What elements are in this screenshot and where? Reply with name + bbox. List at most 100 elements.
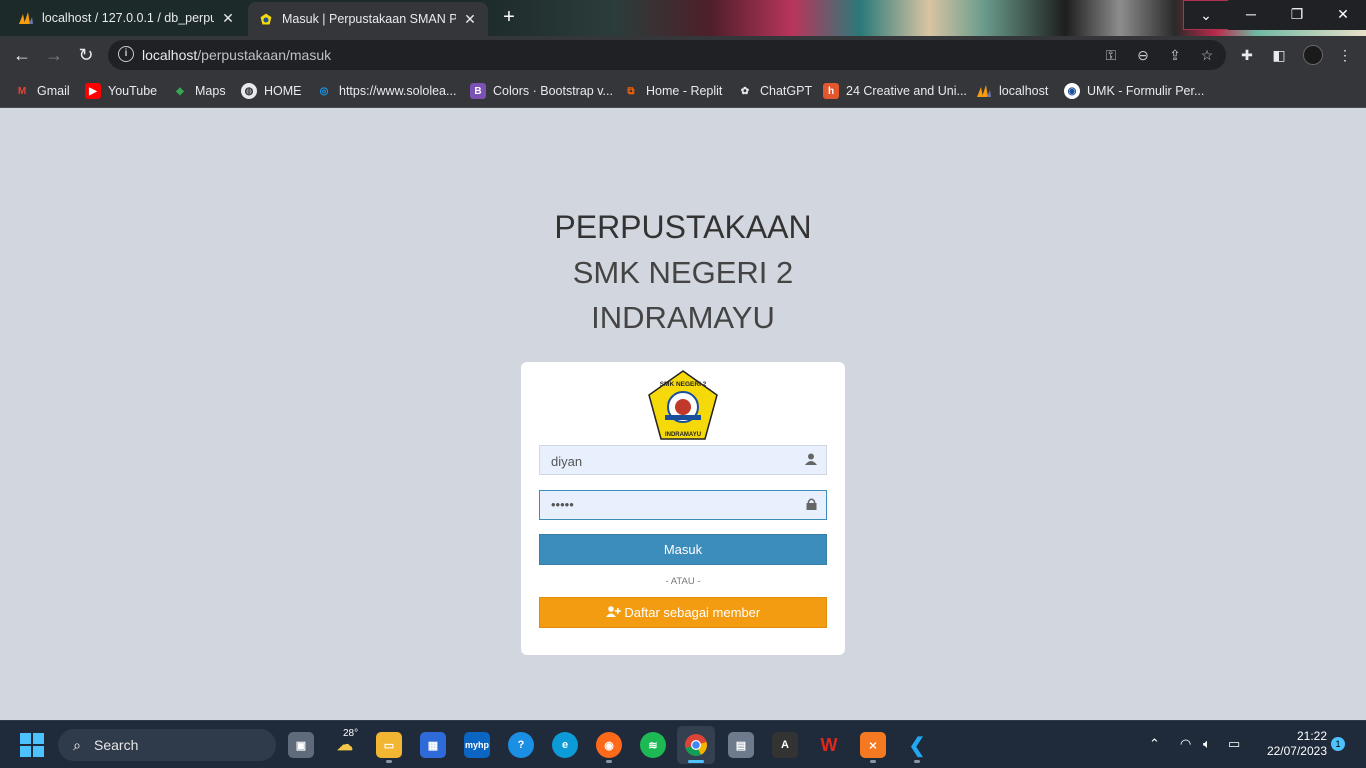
gmail-icon: M — [17, 85, 27, 97]
bookmark-youtube[interactable]: ▶ YouTube — [85, 82, 157, 100]
bookmark-label: 24 Creative and Uni... — [846, 84, 967, 98]
clock-time: 21:22 — [1296, 729, 1327, 743]
user-icon — [804, 453, 818, 467]
side-panel-icon[interactable]: ◧ — [1270, 46, 1288, 64]
globe-icon: ◍ — [241, 83, 257, 99]
weather-temperature: 28° — [343, 728, 359, 739]
tray-chevron-icon[interactable]: ⌃ — [1149, 736, 1160, 752]
tab-title: Masuk | Perpustakaan SMAN Pati — [282, 12, 456, 26]
chrome-icon — [685, 734, 707, 756]
phpmyadmin-icon — [976, 83, 992, 99]
password-input[interactable]: ••••• — [539, 490, 827, 520]
reload-icon[interactable]: ↻ — [74, 43, 98, 67]
windows-taskbar: ⌕ Search ▣ ☁ 28° ▭ ▦ myhp ? e ◉ ≋ ▤ A W … — [0, 720, 1366, 768]
page-subtitle-city: INDRAMAYU — [591, 300, 775, 335]
bookmark-label: Gmail — [37, 84, 70, 98]
bookmark-localhost[interactable]: localhost — [976, 82, 1048, 100]
volume-icon[interactable]: 🔈︎ — [1203, 736, 1211, 752]
running-indicator — [914, 760, 920, 763]
taskbar-search-box[interactable]: ⌕ Search — [58, 729, 276, 761]
bookmark-sololearn[interactable]: ◎ https://www.sololea... — [316, 82, 457, 100]
active-indicator — [688, 760, 704, 763]
taskbar-clock[interactable]: 21:22 22/07/2023 — [1255, 729, 1327, 759]
file-explorer-icon[interactable]: ▭ — [376, 732, 402, 758]
new-tab-button[interactable]: + — [498, 6, 520, 28]
vscode-icon[interactable]: ❮ — [904, 732, 930, 758]
wps-office-icon[interactable]: W — [816, 732, 842, 758]
username-input[interactable]: diyan — [539, 445, 827, 475]
xampp-icon[interactable]: ⨯ — [860, 732, 886, 758]
phpmyadmin-icon — [18, 10, 34, 26]
wifi-icon[interactable]: ◠ — [1180, 736, 1191, 752]
login-card: SMK NEGERI 2 INDRAMAYU diyan ••••• Masuk… — [521, 362, 845, 655]
bookmark-home[interactable]: ◍ HOME — [241, 82, 302, 100]
extensions-icon[interactable]: ✚ — [1238, 46, 1256, 64]
maps-icon: ◆ — [176, 85, 184, 97]
help-icon[interactable]: ? — [508, 732, 534, 758]
logo-top-text: SMK NEGERI 2 — [660, 381, 707, 388]
page-subtitle-school: SMK NEGERI 2 — [572, 255, 794, 290]
school-logo: SMK NEGERI 2 INDRAMAYU — [648, 370, 718, 440]
search-label: Search — [94, 737, 139, 753]
close-tab-icon[interactable]: ✕ — [220, 10, 236, 27]
bookmark-star-icon[interactable]: ☆ — [1198, 46, 1216, 64]
username-value: diyan — [551, 454, 583, 469]
start-button[interactable] — [20, 733, 44, 757]
login-button[interactable]: Masuk — [539, 534, 827, 565]
menu-kebab-icon[interactable]: ⋮ — [1336, 46, 1354, 64]
font-app-icon[interactable]: A — [772, 732, 798, 758]
forward-arrow-icon[interactable]: → — [42, 43, 66, 67]
notification-badge[interactable]: 1 — [1331, 737, 1345, 751]
restore-button[interactable]: ❐ — [1274, 0, 1320, 30]
user-plus-icon — [605, 605, 625, 620]
bookmark-creative[interactable]: h 24 Creative and Uni... — [823, 82, 967, 100]
close-tab-icon[interactable]: ✕ — [462, 11, 478, 28]
url-path: /perpustakaan/masuk — [197, 47, 332, 63]
zoom-icon[interactable]: ⊖ — [1134, 46, 1152, 64]
key-icon[interactable]: ⚿ — [1102, 46, 1120, 64]
password-value: ••••• — [551, 497, 574, 512]
logo-bottom-text: INDRAMAYU — [665, 432, 701, 438]
school-logo-icon — [258, 11, 274, 27]
bookmark-maps[interactable]: ◆ Maps — [172, 82, 225, 100]
bookmark-umk[interactable]: ◉ UMK - Formulir Per... — [1064, 82, 1204, 100]
sololearn-icon: ◎ — [319, 85, 329, 97]
bookmark-label: Home - Replit — [646, 84, 723, 98]
address-url[interactable]: localhost/perpustakaan/masuk — [142, 47, 331, 63]
chatgpt-icon: ✿ — [740, 85, 750, 97]
register-member-button[interactable]: Daftar sebagai member — [539, 597, 827, 628]
task-view-icon[interactable]: ▣ — [288, 732, 314, 758]
battery-icon[interactable]: ▭ — [1228, 736, 1240, 752]
back-arrow-icon[interactable]: ← — [10, 43, 34, 67]
spotify-icon[interactable]: ≋ — [640, 732, 666, 758]
myhp-icon[interactable]: myhp — [464, 732, 490, 758]
bookmark-label: YouTube — [108, 84, 158, 98]
bookmark-bootstrap[interactable]: B Colors · Bootstrap v... — [470, 82, 613, 100]
calculator-icon[interactable]: ▤ — [728, 732, 754, 758]
tab-masuk[interactable]: Masuk | Perpustakaan SMAN Pati ✕ — [248, 2, 488, 36]
firefox-icon[interactable]: ◉ — [596, 732, 622, 758]
bookmark-gmail[interactable]: M Gmail — [14, 82, 70, 100]
register-label: Daftar sebagai member — [624, 605, 761, 620]
close-window-button[interactable]: ✕ — [1320, 0, 1366, 30]
share-icon[interactable]: ⇪ — [1166, 46, 1184, 64]
tab-phpmyadmin[interactable]: localhost / 127.0.0.1 / db_perpust ✕ — [8, 3, 246, 33]
microsoft-store-icon[interactable]: ▦ — [420, 732, 446, 758]
search-icon: ⌕ — [73, 737, 81, 753]
edge-icon[interactable]: e — [552, 732, 578, 758]
browser-toolbar: ← → ↻ i localhost/perpustakaan/masuk ⚿ ⊖… — [0, 36, 1366, 74]
bookmarks-bar: M Gmail ▶ YouTube ◆ Maps ◍ HOME ◎ https://www… — [0, 74, 1366, 108]
site-info-icon[interactable]: i — [118, 46, 134, 62]
chrome-taskbar-button[interactable] — [677, 726, 715, 764]
bookmark-icon: h — [823, 83, 839, 99]
bootstrap-icon: B — [470, 83, 486, 99]
bookmark-replit[interactable]: ⧉ Home - Replit — [623, 82, 722, 100]
page-title: PERPUSTAKAAN — [554, 209, 812, 245]
address-bar[interactable]: i localhost/perpustakaan/masuk ⚿ ⊖ ⇪ ☆ — [108, 40, 1226, 70]
clock-date: 22/07/2023 — [1266, 744, 1327, 758]
bookmark-chatgpt[interactable]: ✿ ChatGPT — [737, 82, 812, 100]
profile-avatar[interactable] — [1303, 45, 1323, 65]
minimize-button[interactable]: ─ — [1228, 0, 1274, 30]
tab-search-chevron-icon[interactable]: ⌄ — [1183, 0, 1229, 30]
lock-icon — [804, 498, 818, 512]
